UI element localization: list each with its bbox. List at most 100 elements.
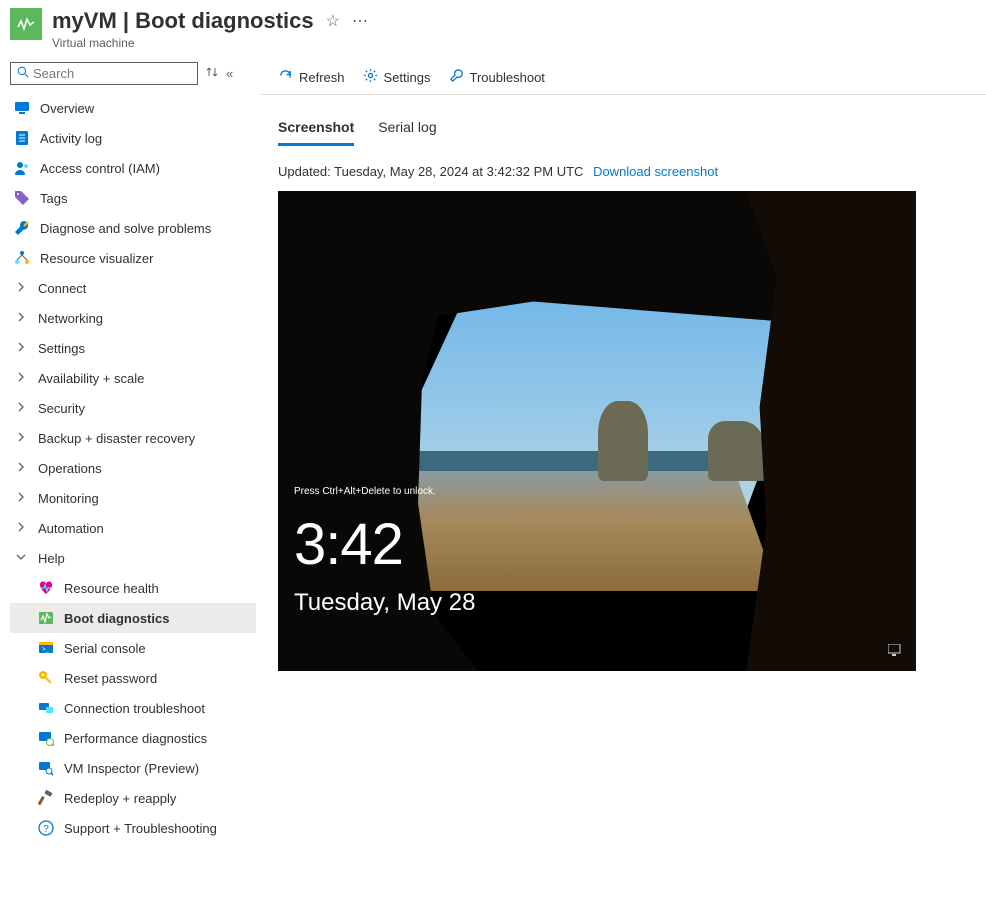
chevron-right-icon (14, 312, 28, 325)
tag-icon (14, 190, 30, 206)
sidebar-item-label: Diagnose and solve problems (40, 221, 211, 236)
lockscreen-rock (708, 421, 764, 481)
hammer-icon (38, 790, 54, 806)
chevron-right-icon (14, 432, 28, 445)
sidebar-item-label: Operations (38, 461, 102, 476)
lockscreen-cave (746, 191, 916, 671)
sidebar-item-serial-console[interactable]: >_ Serial console (10, 633, 256, 663)
sidebar-item-diagnose[interactable]: Diagnose and solve problems (10, 213, 256, 243)
console-icon: >_ (38, 640, 54, 656)
question-circle-icon: ? (38, 820, 54, 836)
toolbar-button-label: Refresh (299, 70, 345, 85)
sidebar-item-redeploy[interactable]: Redeploy + reapply (10, 783, 256, 813)
more-actions-icon[interactable]: ⋯ (352, 11, 368, 31)
sidebar-item-label: Reset password (64, 671, 157, 686)
search-input[interactable] (33, 66, 191, 81)
sidebar-item-label: Backup + disaster recovery (38, 431, 195, 446)
sidebar-item-label: Activity log (40, 131, 102, 146)
sidebar-item-label: Serial console (64, 641, 146, 656)
sidebar-item-vm-inspector[interactable]: VM Inspector (Preview) (10, 753, 256, 783)
wrench-icon (14, 220, 30, 236)
people-icon (14, 160, 30, 176)
favorite-star-icon[interactable]: ☆ (326, 11, 340, 31)
sidebar: « Overview Activity log Access control (… (0, 62, 260, 855)
sidebar-item-label: Redeploy + reapply (64, 791, 176, 806)
sidebar-item-tags[interactable]: Tags (10, 183, 256, 213)
chevron-right-icon (14, 462, 28, 475)
sidebar-item-operations[interactable]: Operations (10, 453, 256, 483)
sidebar-item-label: Resource visualizer (40, 251, 153, 266)
sidebar-item-reset-password[interactable]: Reset password (10, 663, 256, 693)
sidebar-item-label: Performance diagnostics (64, 731, 207, 746)
sidebar-item-automation[interactable]: Automation (10, 513, 256, 543)
sidebar-item-label: Overview (40, 101, 94, 116)
main-content: Refresh Settings Troubleshoot Screenshot… (260, 62, 986, 855)
collapse-sidebar-icon[interactable]: « (226, 66, 233, 81)
sort-icon[interactable] (206, 66, 218, 81)
vm-icon (10, 8, 42, 40)
search-box[interactable] (10, 62, 198, 85)
download-screenshot-link[interactable]: Download screenshot (593, 164, 718, 179)
toolbar: Refresh Settings Troubleshoot (260, 62, 986, 95)
accessibility-icon (888, 644, 902, 659)
visualizer-icon (14, 250, 30, 266)
page-title: myVM | Boot diagnostics (52, 8, 314, 34)
tabs: Screenshot Serial log (260, 95, 986, 146)
sidebar-item-support[interactable]: ? Support + Troubleshooting (10, 813, 256, 843)
sidebar-item-label: VM Inspector (Preview) (64, 761, 199, 776)
page-header: myVM | Boot diagnostics ☆ ⋯ Virtual mach… (0, 0, 986, 62)
sidebar-item-backup[interactable]: Backup + disaster recovery (10, 423, 256, 453)
settings-button[interactable]: Settings (363, 68, 431, 86)
lockscreen-rock (598, 401, 648, 481)
sidebar-item-settings[interactable]: Settings (10, 333, 256, 363)
sidebar-item-boot-diagnostics[interactable]: Boot diagnostics (10, 603, 256, 633)
sidebar-item-availability[interactable]: Availability + scale (10, 363, 256, 393)
sidebar-item-connect[interactable]: Connect (10, 273, 256, 303)
log-icon (14, 130, 30, 146)
chevron-right-icon (14, 282, 28, 295)
toolbar-button-label: Troubleshoot (470, 70, 545, 85)
sidebar-item-label: Availability + scale (38, 371, 144, 386)
refresh-button[interactable]: Refresh (278, 68, 345, 86)
page-subtitle: Virtual machine (52, 36, 368, 50)
sidebar-item-label: Resource health (64, 581, 159, 596)
gear-icon (363, 68, 378, 86)
sidebar-item-monitoring[interactable]: Monitoring (10, 483, 256, 513)
heart-pulse-icon (38, 580, 54, 596)
sidebar-item-connection-troubleshoot[interactable]: Connection troubleshoot (10, 693, 256, 723)
lockscreen-time: 3:42 (294, 511, 403, 578)
sidebar-item-access-control[interactable]: Access control (IAM) (10, 153, 256, 183)
sidebar-item-label: Networking (38, 311, 103, 326)
tab-serial-log[interactable]: Serial log (378, 119, 436, 146)
lockscreen-date: Tuesday, May 28 (294, 589, 475, 617)
chevron-right-icon (14, 372, 28, 385)
chevron-right-icon (14, 492, 28, 505)
chevron-right-icon (14, 402, 28, 415)
sidebar-item-performance-diagnostics[interactable]: Performance diagnostics (10, 723, 256, 753)
search-icon (17, 66, 29, 81)
sidebar-item-label: Security (38, 401, 85, 416)
sidebar-item-overview[interactable]: Overview (10, 93, 256, 123)
refresh-icon (278, 68, 293, 86)
inspector-icon (38, 760, 54, 776)
sidebar-item-networking[interactable]: Networking (10, 303, 256, 333)
toolbar-button-label: Settings (384, 70, 431, 85)
lockscreen-beach (418, 471, 778, 591)
sidebar-item-resource-visualizer[interactable]: Resource visualizer (10, 243, 256, 273)
sidebar-item-label: Support + Troubleshooting (64, 821, 217, 836)
chevron-right-icon (14, 522, 28, 535)
sidebar-item-label: Settings (38, 341, 85, 356)
sidebar-item-activity-log[interactable]: Activity log (10, 123, 256, 153)
sidebar-item-help[interactable]: Help (10, 543, 256, 573)
key-icon (38, 670, 54, 686)
tab-screenshot[interactable]: Screenshot (278, 119, 354, 146)
perf-diag-icon (38, 730, 54, 746)
sidebar-item-resource-health[interactable]: Resource health (10, 573, 256, 603)
troubleshoot-button[interactable]: Troubleshoot (449, 68, 545, 86)
updated-timestamp: Updated: Tuesday, May 28, 2024 at 3:42:3… (278, 164, 583, 179)
svg-text:?: ? (43, 824, 49, 835)
sidebar-item-security[interactable]: Security (10, 393, 256, 423)
vm-screenshot: Press Ctrl+Alt+Delete to unlock. 3:42 Tu… (278, 191, 916, 671)
updated-row: Updated: Tuesday, May 28, 2024 at 3:42:3… (260, 146, 986, 191)
sidebar-item-label: Connection troubleshoot (64, 701, 205, 716)
